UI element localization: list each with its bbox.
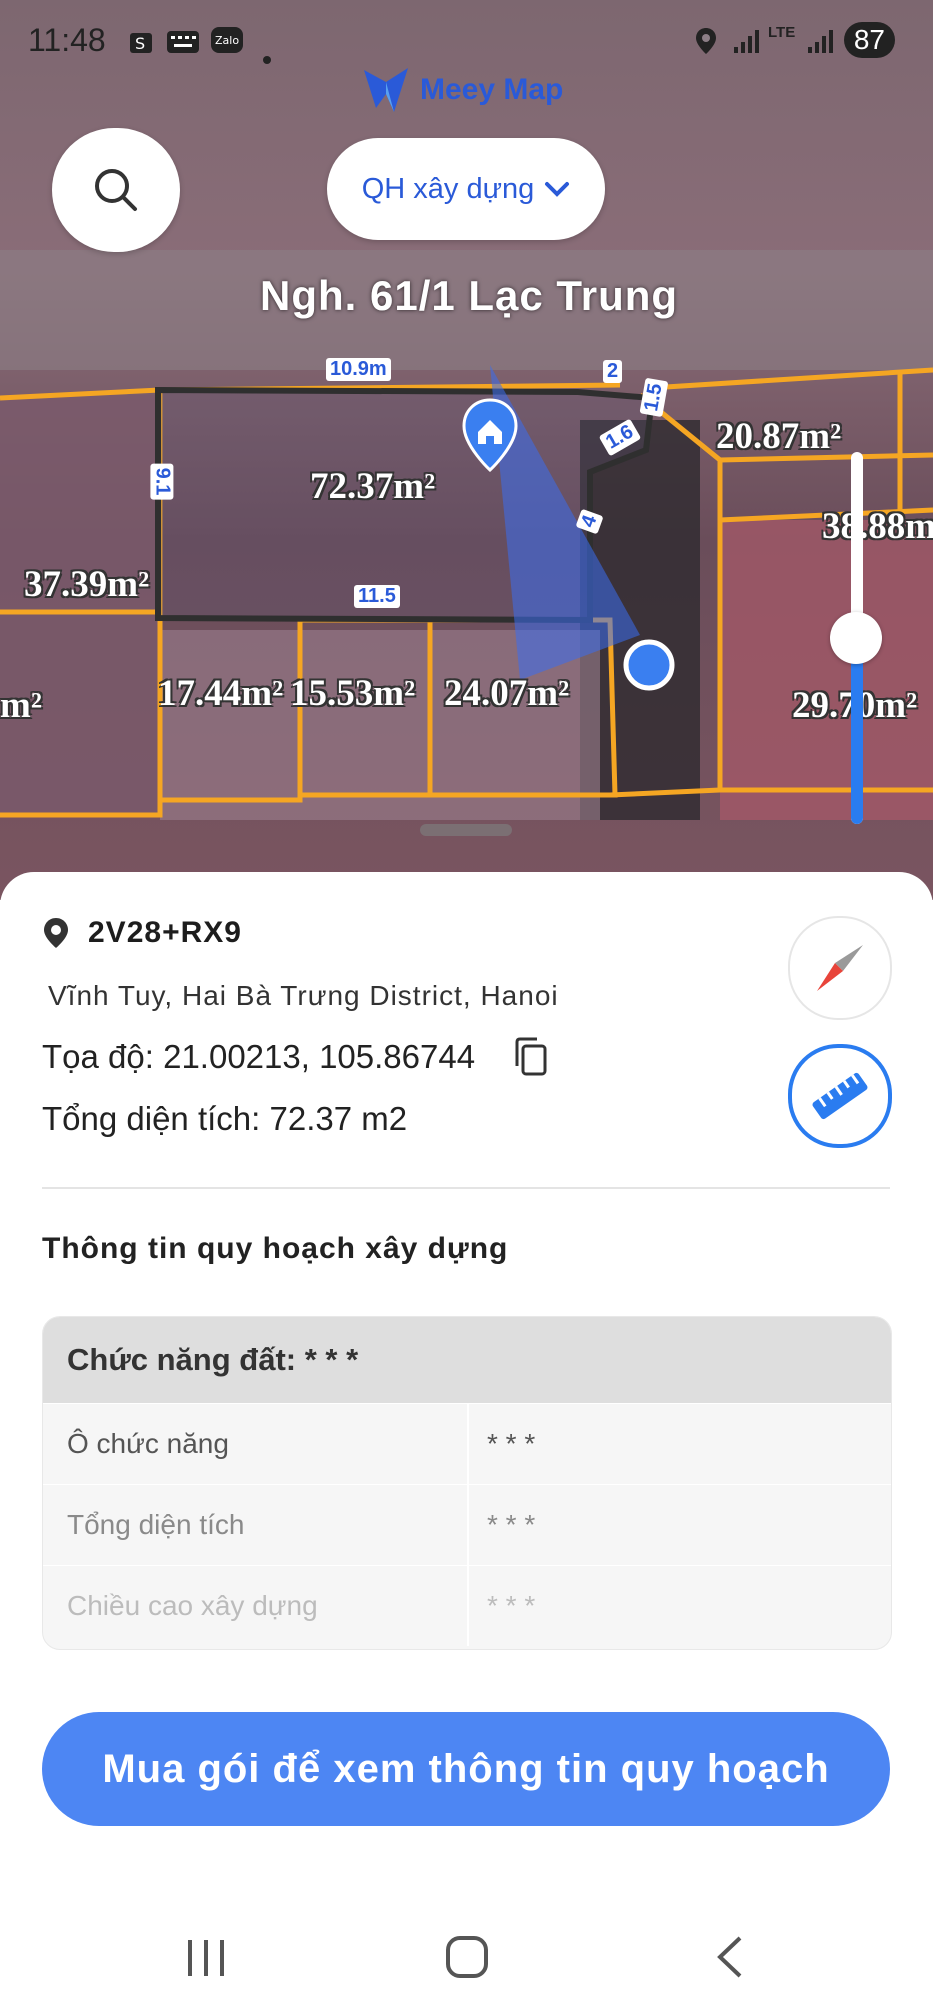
planning-layer-label: QH xây dựng: [361, 172, 535, 205]
measure-button[interactable]: [788, 1044, 892, 1148]
area-label: m²: [0, 685, 42, 726]
dimension-label: 11.5: [354, 585, 400, 608]
plus-code: 2V28+RX9: [88, 916, 242, 949]
area-label: 15.53m²: [290, 673, 416, 714]
keyboard-icon: [166, 26, 200, 63]
back-icon[interactable]: [712, 1934, 748, 1980]
meey-map-logo: Meey Map: [360, 60, 563, 120]
area-label: 37.39m²: [24, 564, 150, 605]
zalo-icon: Zalo: [210, 26, 244, 64]
chevron-down-icon: [545, 182, 570, 197]
table-row: Tổng diện tích * * *: [43, 1484, 891, 1565]
land-function-header: Chức năng đất: * * *: [43, 1317, 891, 1403]
recent-apps-icon[interactable]: [184, 1936, 228, 1980]
area-label: 17.44m²: [158, 673, 284, 714]
coordinates-value: 21.00213, 105.86744: [163, 1038, 476, 1075]
buy-package-button[interactable]: Mua gói để xem thông tin quy hoạch: [42, 1712, 890, 1826]
status-time: 11:48: [28, 22, 106, 58]
search-icon: [95, 169, 137, 211]
signal-2-icon: [806, 26, 836, 63]
coordinates-label: Tọa độ:: [42, 1038, 154, 1075]
area-label: 24.07m²: [444, 673, 570, 714]
sheet-drag-handle[interactable]: [420, 824, 512, 836]
total-area-row: Tổng diện tích: 72.37 m2: [42, 1100, 407, 1138]
dimension-label: 9.1: [150, 463, 174, 500]
compass-icon: [817, 945, 863, 991]
search-button[interactable]: [52, 128, 180, 252]
signal-icon: [732, 26, 762, 63]
street-label: Ngh. 61/1 Lạc Trung: [260, 272, 679, 319]
row-key: Tổng diện tích: [43, 1485, 469, 1565]
building-pin-icon: [462, 398, 518, 473]
location-info-sheet: 2V28+RX9 Vĩnh Tuy, Hai Bà Trưng District…: [0, 872, 933, 2000]
home-icon[interactable]: [444, 1934, 490, 1980]
planning-layer-select[interactable]: QH xây dựng: [327, 138, 605, 240]
zoom-slider-fill: [851, 638, 863, 824]
row-value: * * *: [487, 1590, 536, 1621]
ruler-icon: [812, 1072, 868, 1120]
planning-info-table: Chức năng đất: * * * Ô chức năng * * * T…: [42, 1316, 892, 1650]
address-text: Vĩnh Tuy, Hai Bà Trưng District, Hanoi: [48, 980, 559, 1011]
logo-text: Meey Map: [420, 73, 564, 106]
system-nav-bar: [0, 1912, 933, 2000]
notification-dot-icon: [262, 36, 272, 73]
row-value: * * *: [487, 1428, 536, 1459]
coordinates-row: Tọa độ: 21.00213, 105.86744: [42, 1036, 549, 1078]
lte-icon: LTE: [768, 24, 796, 41]
copy-icon[interactable]: [511, 1036, 549, 1078]
location-pin-icon: [44, 918, 68, 948]
location-icon: [694, 26, 718, 64]
area-label: 72.37m²: [310, 466, 436, 507]
svg-text:Zalo: Zalo: [215, 34, 239, 47]
dimension-label: 2: [603, 360, 623, 383]
row-key: Chiều cao xây dựng: [43, 1566, 469, 1646]
my-location-marker-icon: [623, 639, 675, 691]
svg-text:S: S: [135, 34, 145, 53]
total-area-value: 72.37 m2: [269, 1100, 408, 1137]
shop-icon: S: [128, 26, 154, 63]
plus-code-row: 2V28+RX9: [42, 916, 242, 950]
meey-logo-icon: [364, 68, 408, 112]
row-value: * * *: [487, 1509, 536, 1540]
area-label: 20.87m²: [716, 416, 842, 457]
row-key: Ô chức năng: [43, 1404, 469, 1484]
divider: [42, 1187, 890, 1189]
total-area-label: Tổng diện tích:: [42, 1100, 261, 1137]
table-row: Chiều cao xây dựng * * *: [43, 1565, 891, 1646]
zoom-slider-handle[interactable]: [830, 612, 882, 664]
map-view[interactable]: 11:48 S Zalo LTE 87 Meey Map QH xây dựng…: [0, 0, 933, 900]
table-row: Ô chức năng * * *: [43, 1403, 891, 1484]
area-label: 38.88m²: [822, 506, 933, 547]
battery-level: 87: [843, 22, 895, 58]
dimension-label: 10.9m: [326, 358, 391, 381]
compass-button[interactable]: [788, 916, 892, 1020]
planning-section-title: Thông tin quy hoạch xây dựng: [42, 1232, 509, 1265]
